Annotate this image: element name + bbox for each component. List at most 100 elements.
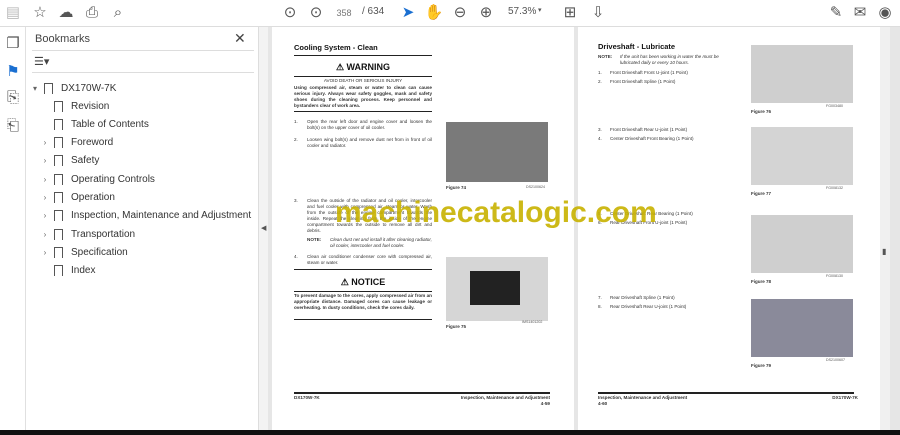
attachment-icon[interactable]: ⎘ — [3, 89, 23, 107]
next-page-icon[interactable]: ⊙ — [306, 4, 326, 22]
bookmark-item[interactable]: › Inspection, Maintenance and Adjustment — [40, 207, 270, 225]
watermark: machinecatalogic.com — [335, 196, 657, 229]
figure-code: FG003480 — [826, 104, 843, 108]
bookmark-flag-icon — [54, 246, 63, 258]
bookmark-item[interactable]: › Safety — [40, 152, 270, 170]
figure-code: DS2100624 — [526, 185, 545, 189]
footer-page: 4-60 — [598, 401, 608, 406]
step-number: 1. — [598, 70, 602, 75]
step-number: 2. — [294, 137, 298, 142]
section-title: Driveshaft - Lubricate — [598, 42, 676, 51]
zoom-level-dropdown[interactable]: 57.3% — [508, 6, 536, 17]
figure-caption: Figure 76 — [751, 109, 772, 114]
page-total: / 634 — [362, 6, 385, 17]
step-text: Rear Driveshaft Rear U-joint (1 Point) — [610, 304, 687, 309]
search-icon[interactable]: ⌕ — [108, 4, 128, 22]
note-label: NOTE: — [307, 237, 322, 242]
collapse-arrow-icon[interactable]: ◀ — [261, 224, 266, 232]
step-number: 8. — [598, 304, 602, 309]
chevron-down-icon[interactable]: ▾ — [30, 84, 40, 93]
bookmark-icon[interactable]: ⚑ — [3, 63, 23, 81]
footer-section: Inspection, Maintenance and Adjustment — [460, 395, 550, 400]
bookmark-label: Index — [71, 265, 96, 277]
chevron-right-icon[interactable]: › — [40, 138, 50, 147]
edit-sign-icon[interactable]: ✎ — [826, 4, 846, 22]
vertical-scrollbar[interactable]: ▮ — [880, 27, 890, 430]
toolbar: ▤ ☆ ☁ ⎙ ⌕ ⊙ ⊙ / 634 ➤ ✋ ⊖ ⊕ 57.3% ▾ ⊞ ⇩ … — [0, 0, 900, 27]
step-text: Front Driveshaft Rear U-joint (1 Point) — [610, 127, 688, 132]
step-number: 4. — [294, 254, 298, 259]
bookmark-item[interactable]: Table of Contents — [40, 115, 270, 133]
figure-74-image — [446, 122, 548, 182]
figure-75-image — [446, 257, 548, 321]
bookmark-flag-icon — [54, 137, 63, 149]
chevron-down-icon[interactable]: ▾ — [538, 6, 542, 14]
bookmark-item[interactable]: › Specification — [40, 243, 270, 261]
bookmark-label: Safety — [71, 155, 100, 167]
step-text: Loosen wing bolt(s) and remove dust net … — [307, 137, 432, 148]
hand-tool-icon[interactable]: ✋ — [424, 4, 444, 22]
previous-page-icon[interactable]: ⊙ — [280, 4, 300, 22]
bookmark-options-button[interactable]: ☰▾ — [34, 55, 49, 68]
step-text: Clean air conditioner condenser core wit… — [307, 254, 432, 265]
account-icon[interactable]: ◉ — [875, 4, 895, 22]
warning-text: Using compressed air, steam or water to … — [294, 85, 432, 108]
figure-code: FG008132 — [826, 186, 843, 190]
bookmark-item[interactable]: › Transportation — [40, 225, 270, 243]
bookmark-item[interactable]: › Operating Controls — [40, 170, 270, 188]
footer-model: DX170W-7K — [294, 395, 320, 400]
chevron-right-icon[interactable]: › — [40, 193, 50, 202]
zoom-out-icon[interactable]: ⊖ — [450, 4, 470, 22]
bookmark-flag-icon — [54, 192, 63, 203]
panel-splitter[interactable]: ◀ — [258, 27, 268, 430]
pages-icon[interactable]: ❐ — [3, 35, 23, 53]
zoom-in-icon[interactable]: ⊕ — [476, 4, 496, 22]
warning-title: ⚠ WARNING — [335, 62, 391, 72]
chevron-right-icon[interactable]: › — [40, 211, 50, 220]
bottom-bar — [0, 430, 900, 435]
bookmark-item[interactable]: Revision — [40, 97, 270, 115]
figure-code: DS2100607 — [826, 358, 845, 362]
select-cursor-icon[interactable]: ➤ — [398, 4, 418, 22]
chevron-right-icon[interactable]: › — [40, 248, 50, 257]
bookmark-item[interactable]: › Operation — [40, 189, 270, 207]
bookmark-flag-icon — [54, 173, 63, 185]
bookmark-root[interactable]: ▾ DX170W-7K — [30, 79, 260, 97]
bookmark-label: Operating Controls — [71, 173, 155, 185]
panel-title: Bookmarks — [35, 33, 91, 45]
star-icon[interactable]: ☆ — [30, 4, 50, 22]
footer-model: DX170W-7K — [832, 395, 858, 400]
step-number: 3. — [598, 127, 602, 132]
figure-image — [751, 127, 853, 185]
bookmarks-panel: Bookmarks ✕ ☰▾ ▾ DX170W-7K Revision Table o… — [26, 27, 258, 430]
chevron-right-icon[interactable]: › — [40, 230, 50, 239]
bookmark-item[interactable]: › Foreword — [40, 134, 270, 152]
figure-caption: Figure 74 — [446, 185, 467, 190]
cloud-upload-icon[interactable]: ☁ — [56, 4, 76, 22]
figure-image — [751, 45, 853, 103]
bookmark-item[interactable]: Index — [40, 262, 270, 280]
bookmark-label: Specification — [71, 246, 128, 258]
scroll-mode-icon[interactable]: ⇩ — [588, 4, 608, 22]
step-number: 7. — [598, 295, 602, 300]
save-icon[interactable]: ▤ — [3, 4, 23, 22]
bookmark-flag-icon — [54, 228, 63, 240]
print-icon[interactable]: ⎙ — [82, 4, 102, 22]
bookmark-label: DX170W-7K — [61, 82, 117, 94]
step-number: 4. — [598, 136, 602, 141]
bookmark-flag-icon — [54, 265, 63, 277]
bookmark-label: Operation — [71, 192, 115, 203]
chevron-right-icon[interactable]: › — [40, 175, 50, 184]
figure-caption: Figure 78 — [751, 279, 772, 284]
page-number-input[interactable] — [332, 5, 356, 21]
figure-caption: Figure 79 — [751, 363, 772, 368]
figure-code: IMS1401202 — [522, 320, 543, 324]
page-fit-icon[interactable]: ⊞ — [560, 4, 580, 22]
bookmark-flag-icon — [54, 210, 63, 222]
note-text: Clean dust net and install it after clea… — [330, 237, 432, 248]
chevron-right-icon[interactable]: › — [40, 156, 50, 165]
signature-icon[interactable]: ⎗ — [3, 117, 23, 135]
close-icon[interactable]: ✕ — [234, 30, 246, 47]
mail-icon[interactable]: ✉ — [850, 4, 870, 22]
step-number: 3. — [294, 198, 298, 203]
